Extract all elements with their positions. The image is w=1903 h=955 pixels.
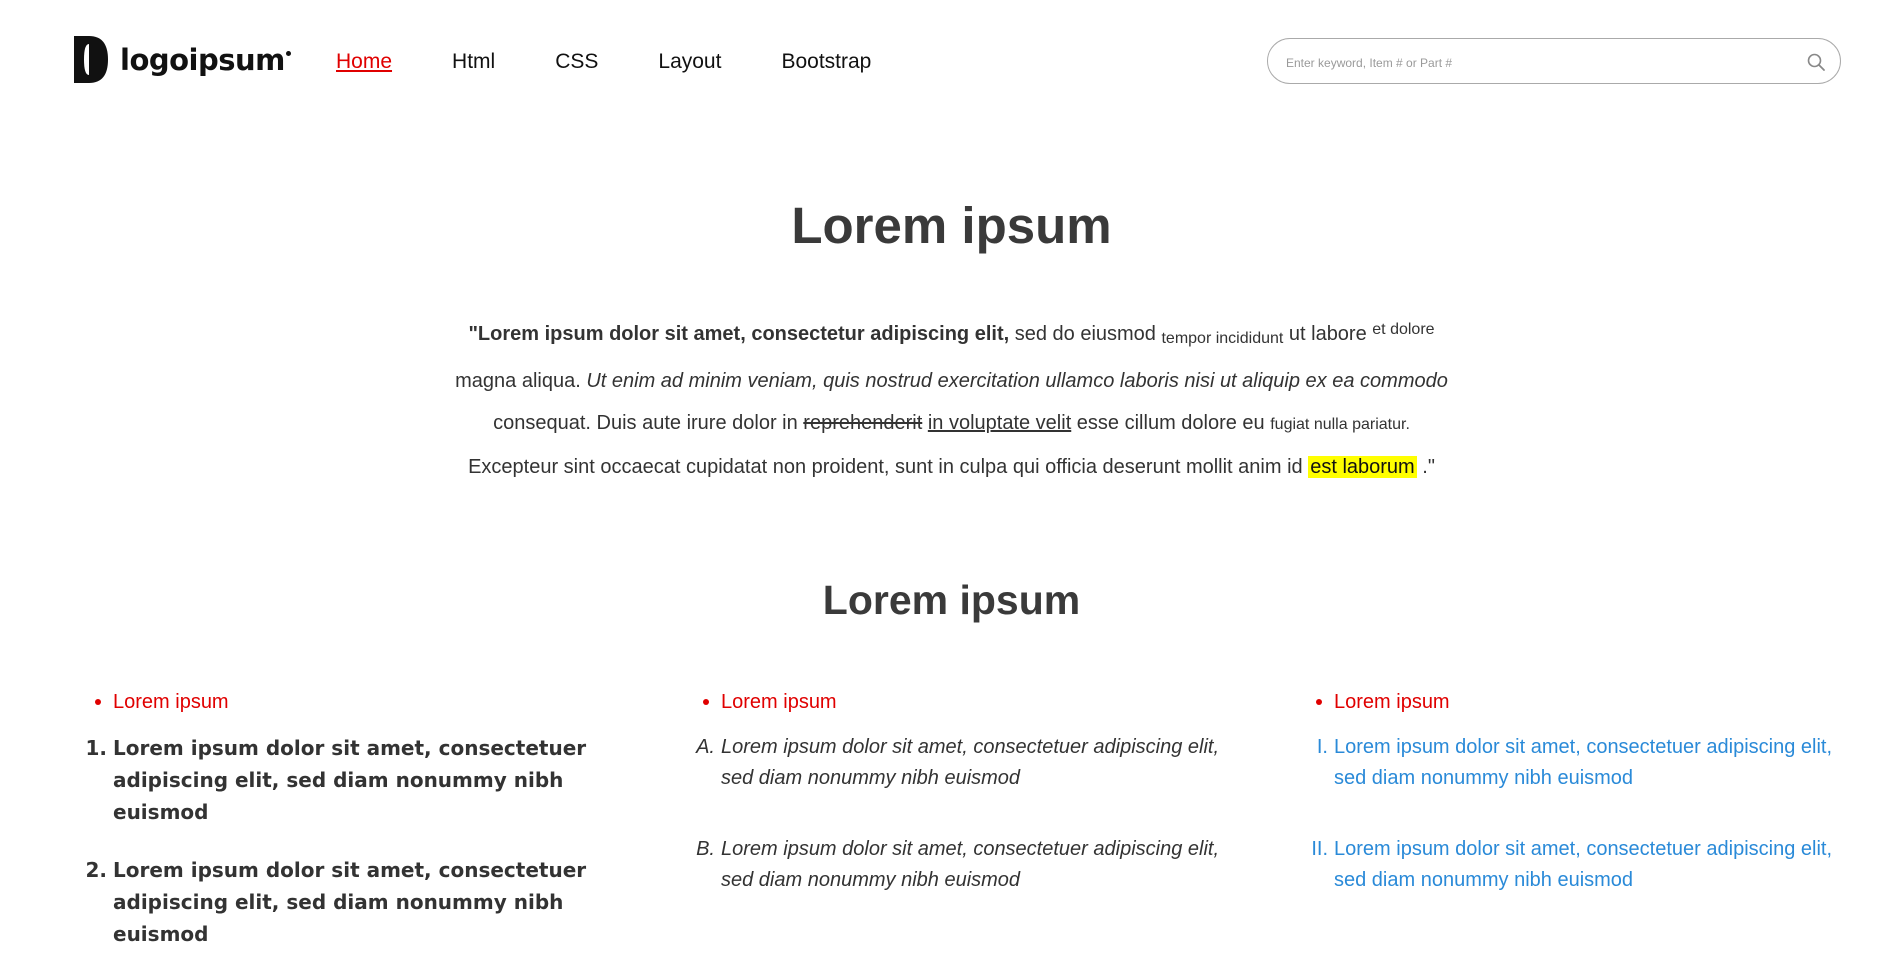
- bullet-item: Lorem ipsum: [1296, 690, 1856, 714]
- search-box: [1267, 38, 1841, 84]
- list-marker: I.: [1316, 736, 1328, 758]
- list-marker: B.: [696, 838, 715, 860]
- main-nav: Home Html CSS Layout Bootstrap: [336, 50, 931, 74]
- intro-subscript: tempor incididunt: [1161, 330, 1284, 347]
- list-item: 1. Lorem ipsum dolor sit amet, consectet…: [75, 732, 595, 828]
- intro-paragraph: "Lorem ipsum dolor sit amet, consectetur…: [447, 256, 1457, 488]
- list-item-text: Lorem ipsum dolor sit amet, consectetuer…: [113, 858, 587, 946]
- list-item: II. Lorem ipsum dolor sit amet, consecte…: [1296, 834, 1856, 896]
- list-column-2: Lorem ipsum A. Lorem ipsum dolor sit ame…: [683, 690, 1243, 896]
- nav-bootstrap[interactable]: Bootstrap: [781, 50, 871, 74]
- intro-italic: Ut enim ad minim veniam, quis nostrud ex…: [586, 370, 1448, 392]
- list-item-text: Lorem ipsum dolor sit amet, consectetuer…: [1334, 838, 1833, 891]
- list-columns: Lorem ipsum 1. Lorem ipsum dolor sit ame…: [0, 624, 1903, 946]
- nav-layout[interactable]: Layout: [658, 50, 721, 74]
- list-marker: II.: [1311, 838, 1328, 860]
- search-input[interactable]: [1284, 51, 1788, 75]
- intro-text: consequat. Duis aute irure dolor in: [493, 412, 804, 434]
- list-marker: 1.: [85, 736, 107, 760]
- list-item-text: Lorem ipsum dolor sit amet, consectetuer…: [721, 838, 1220, 891]
- section-title: Lorem ipsum: [822, 577, 1081, 623]
- nav-html[interactable]: Html: [452, 50, 495, 74]
- intro-text: .": [1416, 456, 1435, 478]
- intro-superscript: et dolore: [1372, 321, 1435, 338]
- nav-home[interactable]: Home: [336, 50, 392, 74]
- list-marker: A.: [696, 736, 715, 758]
- search-icon[interactable]: [1806, 52, 1826, 72]
- list-item: B. Lorem ipsum dolor sit amet, consectet…: [683, 834, 1243, 896]
- list-item-text: Lorem ipsum dolor sit amet, consectetuer…: [1334, 736, 1833, 789]
- intro-small: fugiat nulla pariatur.: [1270, 416, 1410, 433]
- intro-bold: "Lorem ipsum dolor sit amet, consectetur…: [468, 323, 1010, 345]
- intro-text: esse cillum dolore eu: [1071, 412, 1271, 434]
- site-header: logoipsum Home Html CSS Layout Bootstrap: [0, 0, 1903, 124]
- intro-strikethrough: reprehenderit: [803, 412, 923, 434]
- nav-css[interactable]: CSS: [555, 50, 598, 74]
- list-column-3: Lorem ipsum I. Lorem ipsum dolor sit ame…: [1296, 690, 1856, 896]
- bullet-item: Lorem ipsum: [75, 690, 595, 714]
- list-item: A. Lorem ipsum dolor sit amet, consectet…: [683, 732, 1243, 794]
- logo[interactable]: logoipsum: [74, 36, 291, 83]
- intro-text: magna aliqua.: [455, 370, 587, 392]
- list-marker: 2.: [85, 858, 107, 882]
- logo-mark-icon: [74, 36, 108, 83]
- page-title: Lorem ipsum: [791, 197, 1112, 254]
- list-item-text: Lorem ipsum dolor sit amet, consectetuer…: [721, 736, 1220, 789]
- list-item: I. Lorem ipsum dolor sit amet, consectet…: [1296, 732, 1856, 794]
- intro-text: sed do eiusmod: [1009, 323, 1162, 345]
- intro-underline: in voluptate velit: [927, 412, 1072, 434]
- list-item-text: Lorem ipsum dolor sit amet, consectetuer…: [113, 736, 587, 824]
- list-item: 2. Lorem ipsum dolor sit amet, consectet…: [75, 854, 595, 950]
- intro-highlight: est laborum: [1308, 456, 1417, 478]
- intro-text: ut labore: [1283, 323, 1373, 345]
- intro-text: Excepteur sint occaecat cupidatat non pr…: [468, 456, 1309, 478]
- list-column-1: Lorem ipsum 1. Lorem ipsum dolor sit ame…: [75, 690, 595, 950]
- logo-text: logoipsum: [120, 43, 291, 77]
- bullet-item: Lorem ipsum: [683, 690, 1243, 714]
